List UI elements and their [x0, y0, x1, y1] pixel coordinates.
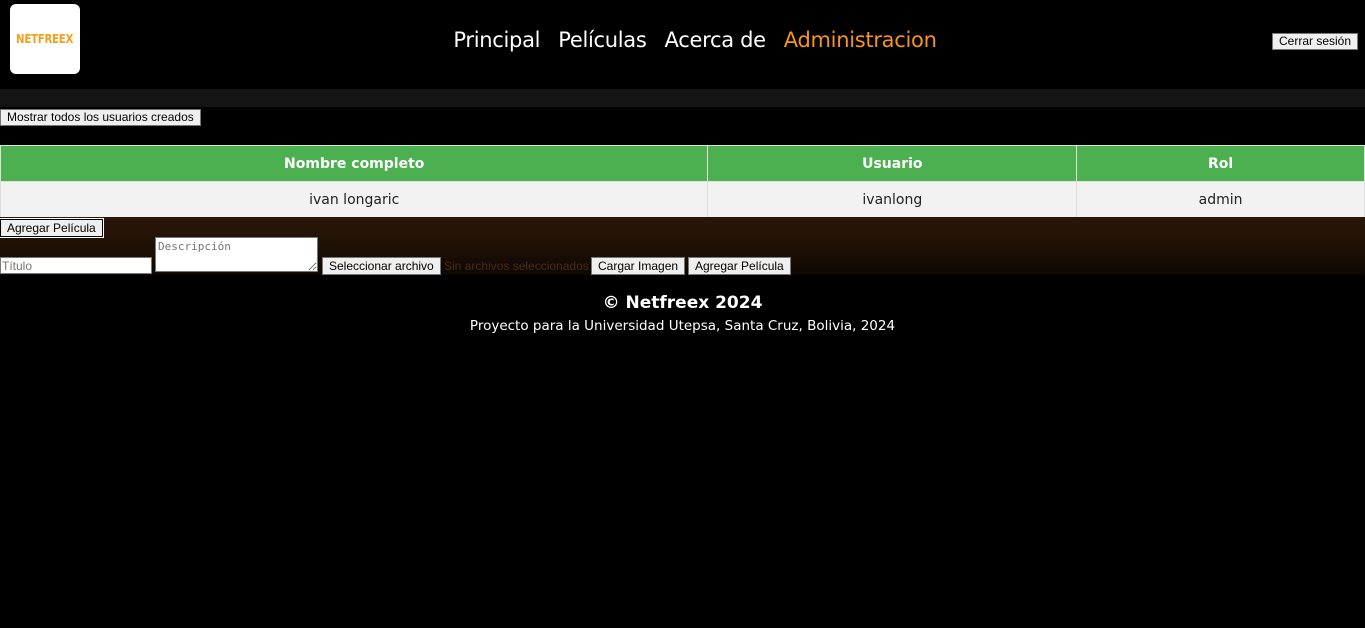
table-row: ivan longaric ivanlong admin — [0, 181, 1365, 218]
logout-button[interactable]: Cerrar sesión — [1272, 33, 1359, 50]
main-nav: Principal Películas Acerca de Administra… — [0, 28, 1365, 52]
nav-item-administracion[interactable]: Administracion — [784, 28, 937, 52]
footer: © Netfreex 2024 Proyecto para la Univers… — [0, 293, 1365, 334]
upload-image-button[interactable]: Cargar Imagen — [591, 257, 686, 275]
file-status-text: Sin archivos seleccionados — [444, 259, 589, 273]
nav-item-acerca[interactable]: Acerca de — [665, 28, 767, 52]
header-divider-band — [0, 89, 1365, 107]
footer-subtitle: Proyecto para la Universidad Utepsa, San… — [469, 318, 896, 334]
show-users-button[interactable]: Mostrar todos los usuarios creados — [0, 109, 201, 126]
cell-full-name: ivan longaric — [0, 181, 709, 218]
header: NETFREEX Principal Películas Acerca de A… — [0, 0, 1365, 89]
add-movie-submit-button[interactable]: Agregar Película — [688, 257, 791, 275]
cell-role: admin — [1076, 181, 1365, 218]
footer-copyright: © Netfreex 2024 — [602, 293, 763, 313]
nav-item-peliculas[interactable]: Películas — [558, 28, 647, 52]
toggle-add-movie-button[interactable]: Agregar Película — [0, 218, 104, 238]
users-table: Nombre completo Usuario Rol ivan longari… — [0, 145, 1365, 218]
select-file-button[interactable]: Seleccionar archivo — [322, 257, 441, 275]
column-header-username: Usuario — [707, 145, 1078, 182]
column-header-full-name: Nombre completo — [0, 145, 709, 182]
description-textarea[interactable] — [155, 237, 318, 272]
add-movie-section: Agregar Película Seleccionar archivo Sin… — [0, 217, 1365, 275]
column-header-role: Rol — [1076, 145, 1365, 182]
title-input[interactable] — [0, 257, 152, 274]
cell-username: ivanlong — [707, 181, 1078, 218]
table-header-row: Nombre completo Usuario Rol — [0, 145, 1365, 182]
page: NETFREEX Principal Películas Acerca de A… — [0, 0, 1365, 628]
nav-item-principal[interactable]: Principal — [453, 28, 540, 52]
